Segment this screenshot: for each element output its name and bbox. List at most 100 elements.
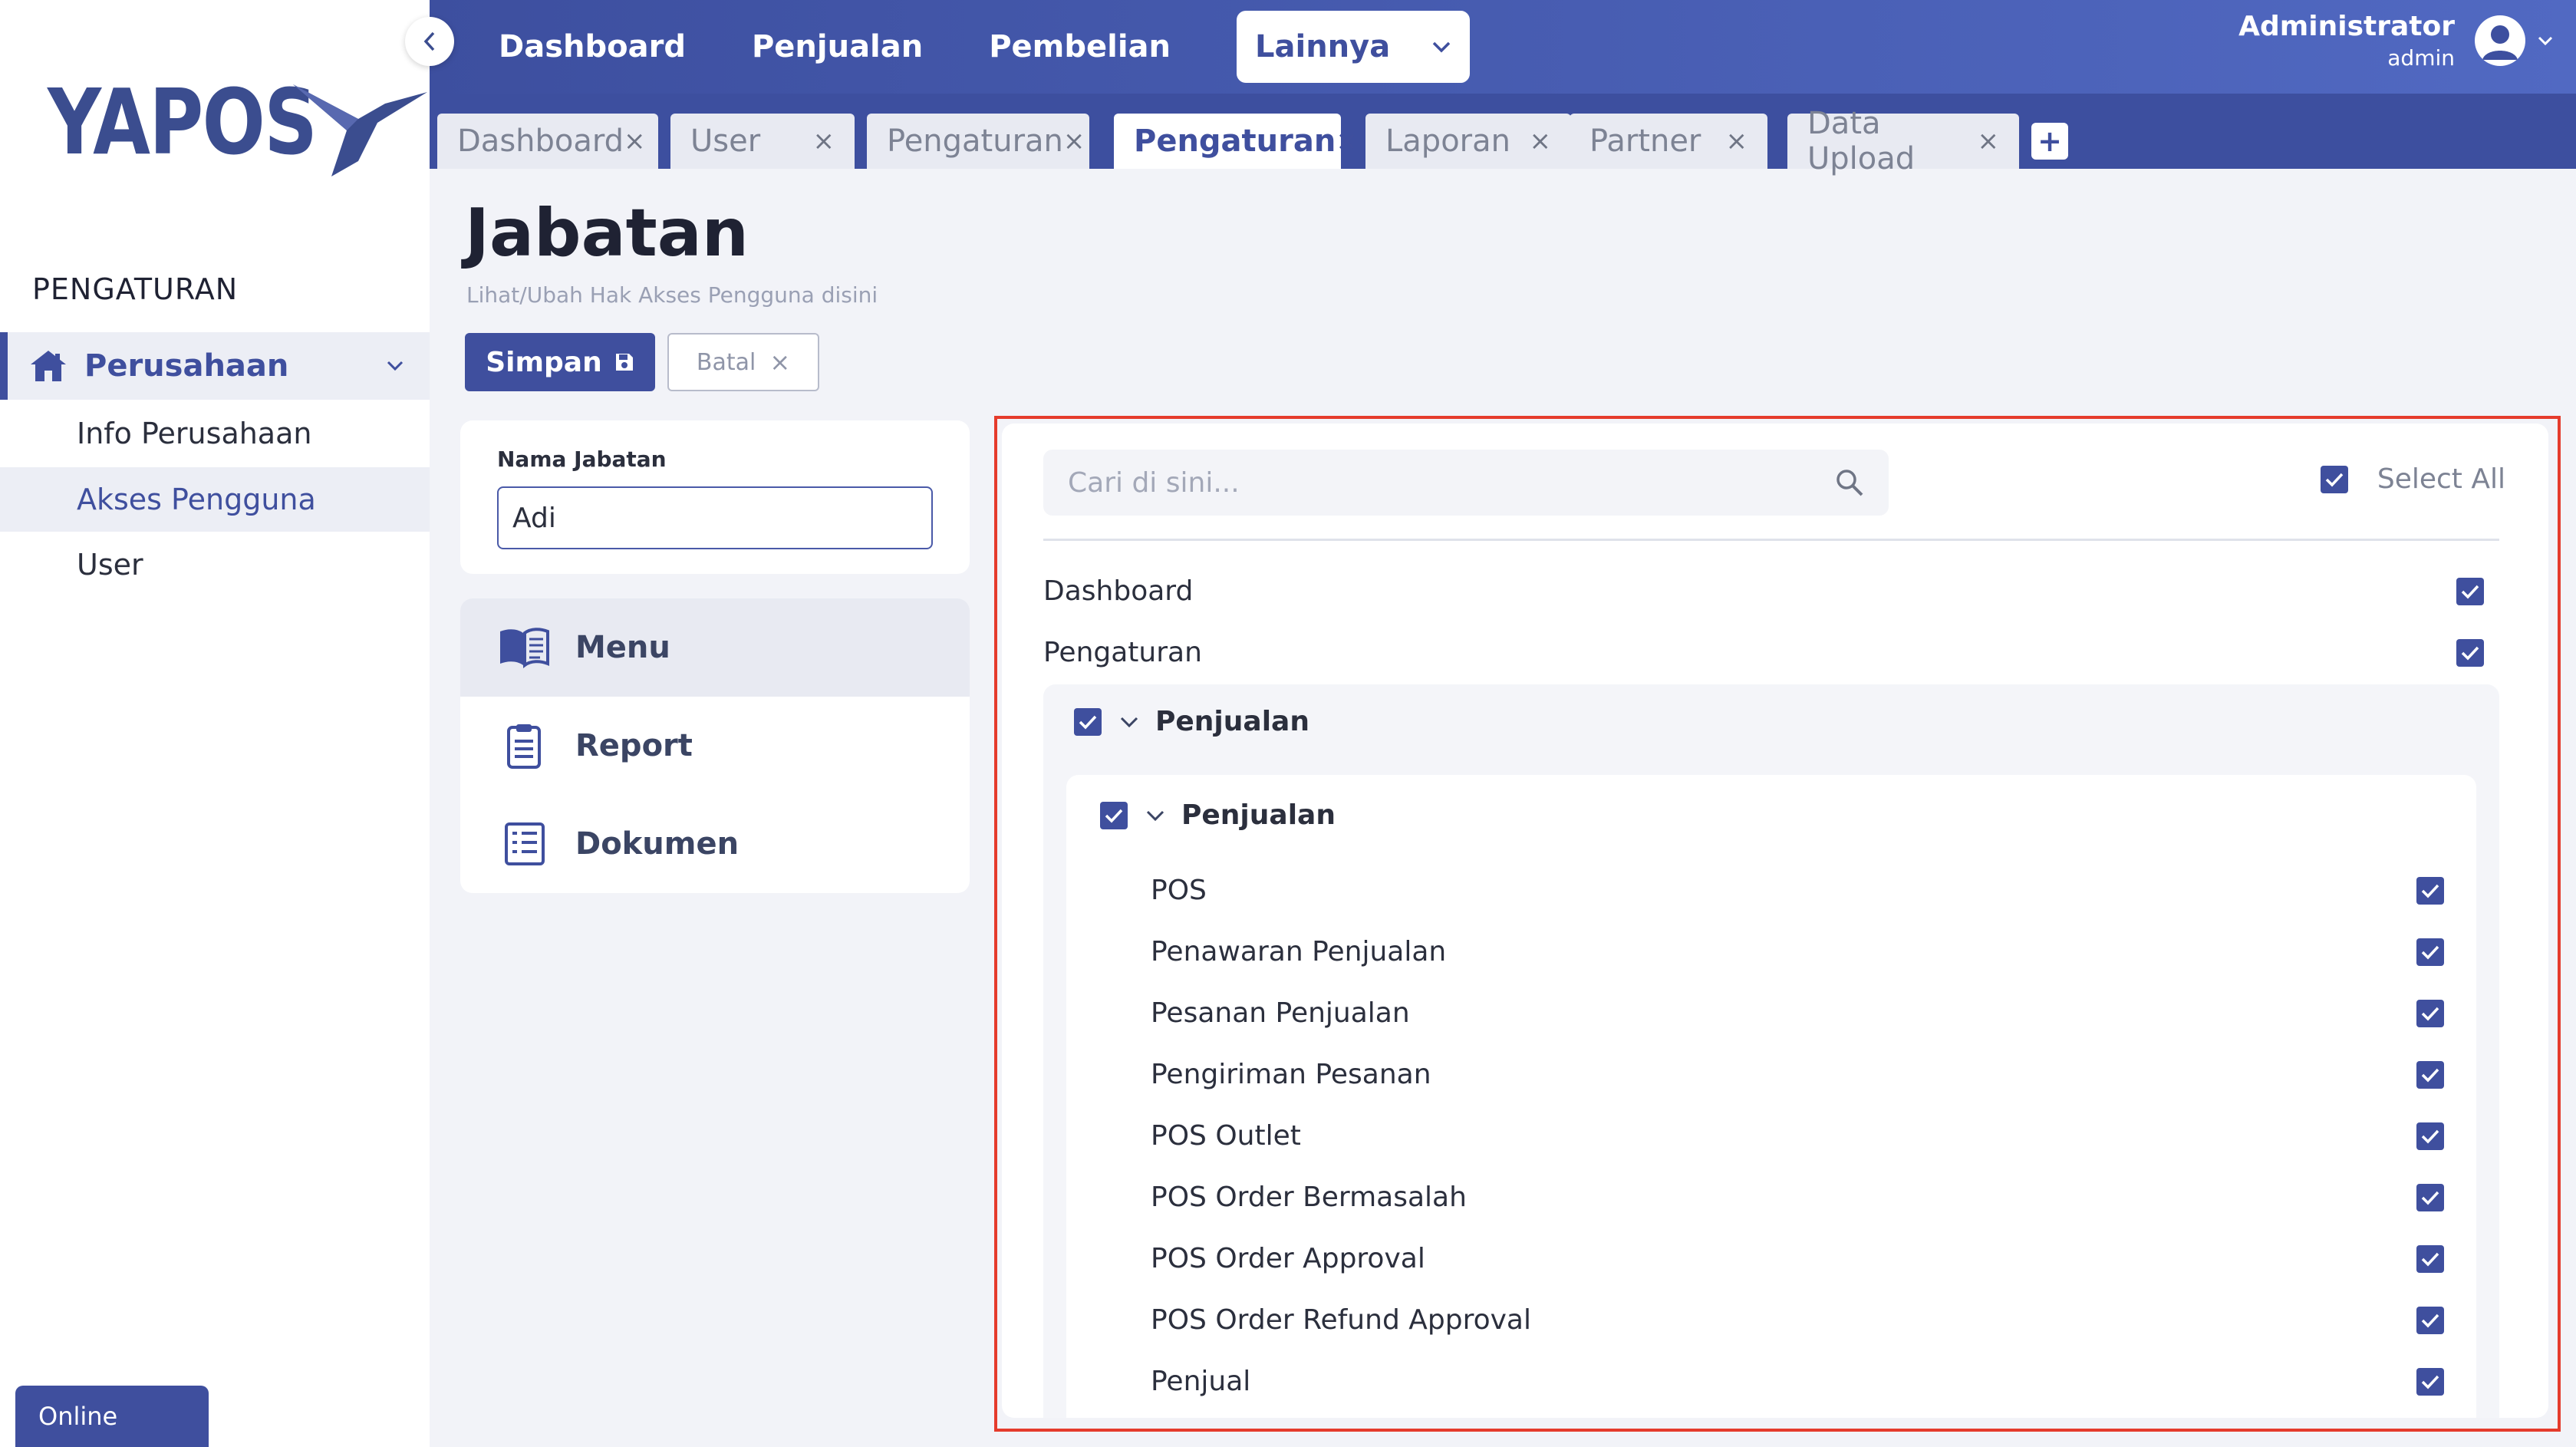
permission-search[interactable] [1043, 450, 1889, 516]
close-icon[interactable]: × [1063, 126, 1085, 157]
permission-label: Penawaran Penjualan [1151, 936, 1447, 967]
select-all-checkbox[interactable] [2320, 465, 2348, 493]
check-icon [2421, 945, 2439, 960]
category-report[interactable]: Report [460, 697, 970, 795]
tab-dashboard[interactable]: Dashboard × [437, 114, 658, 169]
group-header[interactable]: Penjualan [1074, 706, 1309, 737]
permission-row-dashboard[interactable]: Dashboard [1043, 575, 2484, 607]
check-icon [2461, 585, 2479, 599]
nav-dashboard[interactable]: Dashboard [499, 29, 686, 64]
permission-category-menu: Menu Report Dokumen [460, 598, 970, 893]
user-menu[interactable]: Administrator admin [2238, 11, 2553, 71]
top-navbar: Dashboard Penjualan Pembelian Lainnya Ad… [430, 0, 2576, 94]
chevron-down-icon[interactable] [1146, 810, 1164, 821]
permission-row[interactable]: Pengiriman Pesanan [1151, 1059, 2444, 1090]
nav-lainnya-dropdown[interactable]: Lainnya [1237, 11, 1471, 83]
tab-label: Pengaturan [1134, 124, 1336, 159]
permission-label: Pesanan Penjualan [1151, 997, 1410, 1029]
check-icon [2325, 473, 2344, 487]
permission-checkbox[interactable] [2416, 1306, 2444, 1334]
tab-partner[interactable]: Partner × [1570, 114, 1767, 169]
permission-checkbox[interactable] [2416, 1183, 2444, 1211]
permission-checkbox[interactable] [2416, 938, 2444, 966]
sidebar-item-label: User [77, 548, 143, 582]
role-name-input[interactable] [497, 486, 933, 549]
role-name-label: Nama Jabatan [497, 447, 667, 472]
permission-row[interactable]: Penjual [1151, 1366, 2444, 1397]
close-icon[interactable]: × [624, 126, 646, 157]
permission-checkbox[interactable] [2416, 876, 2444, 905]
permission-checkbox[interactable] [2416, 1244, 2444, 1273]
tab-bar: Dashboard × User × Pengaturan × Pengatur… [430, 94, 2576, 176]
select-all[interactable]: Select All [2320, 463, 2505, 495]
permission-row[interactable]: Penawaran Penjualan [1151, 936, 2444, 967]
tab-data-upload[interactable]: Data Upload × [1787, 106, 2019, 176]
cancel-button-label: Batal [696, 348, 756, 376]
permission-subgroup-penjualan: Penjualan POS Penawaran Penjualan Pesana… [1066, 775, 2476, 1418]
sidebar: YAPOS PENGATURAN Perusahaan Info Perusah… [0, 0, 430, 1447]
permission-row[interactable]: POS Order Refund Approval [1151, 1304, 2444, 1336]
user-role: admin [2387, 45, 2455, 71]
page-title: Jabatan [465, 195, 749, 272]
close-icon[interactable]: × [813, 126, 835, 157]
avatar-icon[interactable] [2475, 15, 2525, 66]
permission-row[interactable]: POS Order Approval [1151, 1243, 2444, 1274]
group-checkbox[interactable] [1074, 707, 1102, 736]
cancel-button[interactable]: Batal × [667, 333, 819, 391]
permission-row[interactable]: POS Outlet [1151, 1120, 2444, 1152]
permission-checkbox[interactable] [2416, 999, 2444, 1027]
book-icon [500, 628, 549, 668]
permission-label: POS [1151, 875, 1207, 906]
yapos-logo[interactable]: YAPOS [48, 77, 427, 176]
sidebar-collapse-button[interactable] [405, 17, 454, 66]
permission-row-pengaturan[interactable]: Pengaturan [1043, 637, 2484, 668]
permission-checkbox[interactable] [2416, 1367, 2444, 1396]
tab-pengaturan-active[interactable]: Pengaturan × [1114, 114, 1358, 169]
divider [1043, 539, 2499, 541]
sidebar-section-title: PENGATURAN [32, 272, 239, 306]
permission-checkbox[interactable] [2416, 1060, 2444, 1089]
close-icon[interactable]: × [1530, 126, 1552, 157]
permission-row[interactable]: POS [1151, 875, 2444, 906]
sidebar-item-akses-pengguna[interactable]: Akses Pengguna [0, 467, 430, 532]
home-icon [31, 351, 66, 381]
list-document-icon [505, 822, 545, 865]
permission-label: POS Order Approval [1151, 1243, 1425, 1274]
permission-checkbox[interactable] [2456, 577, 2484, 605]
permission-group-penjualan: Penjualan Penjualan POS Penawaran Penjua… [1043, 684, 2499, 1418]
search-icon[interactable] [1835, 468, 1864, 497]
permission-label: POS Outlet [1151, 1120, 1301, 1152]
tab-user[interactable]: User × [670, 114, 855, 169]
tab-label: Laporan [1385, 124, 1510, 159]
close-icon[interactable]: × [1978, 126, 2000, 157]
category-menu[interactable]: Menu [460, 598, 970, 697]
subgroup-checkbox[interactable] [1100, 801, 1128, 829]
dropdown-label: Lainnya [1255, 29, 1391, 64]
tab-laporan[interactable]: Laporan × [1365, 114, 1571, 169]
permission-row[interactable]: POS Order Bermasalah [1151, 1182, 2444, 1213]
subgroup-header[interactable]: Penjualan [1100, 799, 1336, 831]
clipboard-icon [507, 724, 541, 769]
save-button[interactable]: Simpan [465, 333, 655, 391]
close-icon[interactable]: × [1726, 126, 1748, 157]
chevron-down-icon[interactable] [1120, 717, 1138, 727]
nav-penjualan[interactable]: Penjualan [752, 29, 923, 64]
category-label: Dokumen [575, 826, 740, 862]
sidebar-item-perusahaan[interactable]: Perusahaan [0, 332, 430, 400]
sidebar-item-user[interactable]: User [0, 532, 430, 597]
add-tab-button[interactable]: + [2031, 123, 2068, 160]
sidebar-item-info-perusahaan[interactable]: Info Perusahaan [0, 401, 430, 466]
nav-pembelian[interactable]: Pembelian [989, 29, 1171, 64]
permission-row[interactable]: Pesanan Penjualan [1151, 997, 2444, 1029]
role-name-card: Nama Jabatan [460, 420, 970, 574]
user-info: Administrator admin [2238, 11, 2455, 71]
category-dokumen[interactable]: Dokumen [460, 795, 970, 893]
tab-label: Data Upload [1807, 106, 1916, 176]
permission-checkbox[interactable] [2416, 1122, 2444, 1150]
online-status-text: Online [38, 1402, 118, 1431]
permission-checkbox[interactable] [2456, 638, 2484, 667]
tab-pengaturan[interactable]: Pengaturan × [867, 114, 1089, 169]
close-icon[interactable]: × [1336, 126, 1358, 157]
search-input[interactable] [1068, 466, 1835, 499]
chevron-down-icon [1432, 41, 1451, 53]
